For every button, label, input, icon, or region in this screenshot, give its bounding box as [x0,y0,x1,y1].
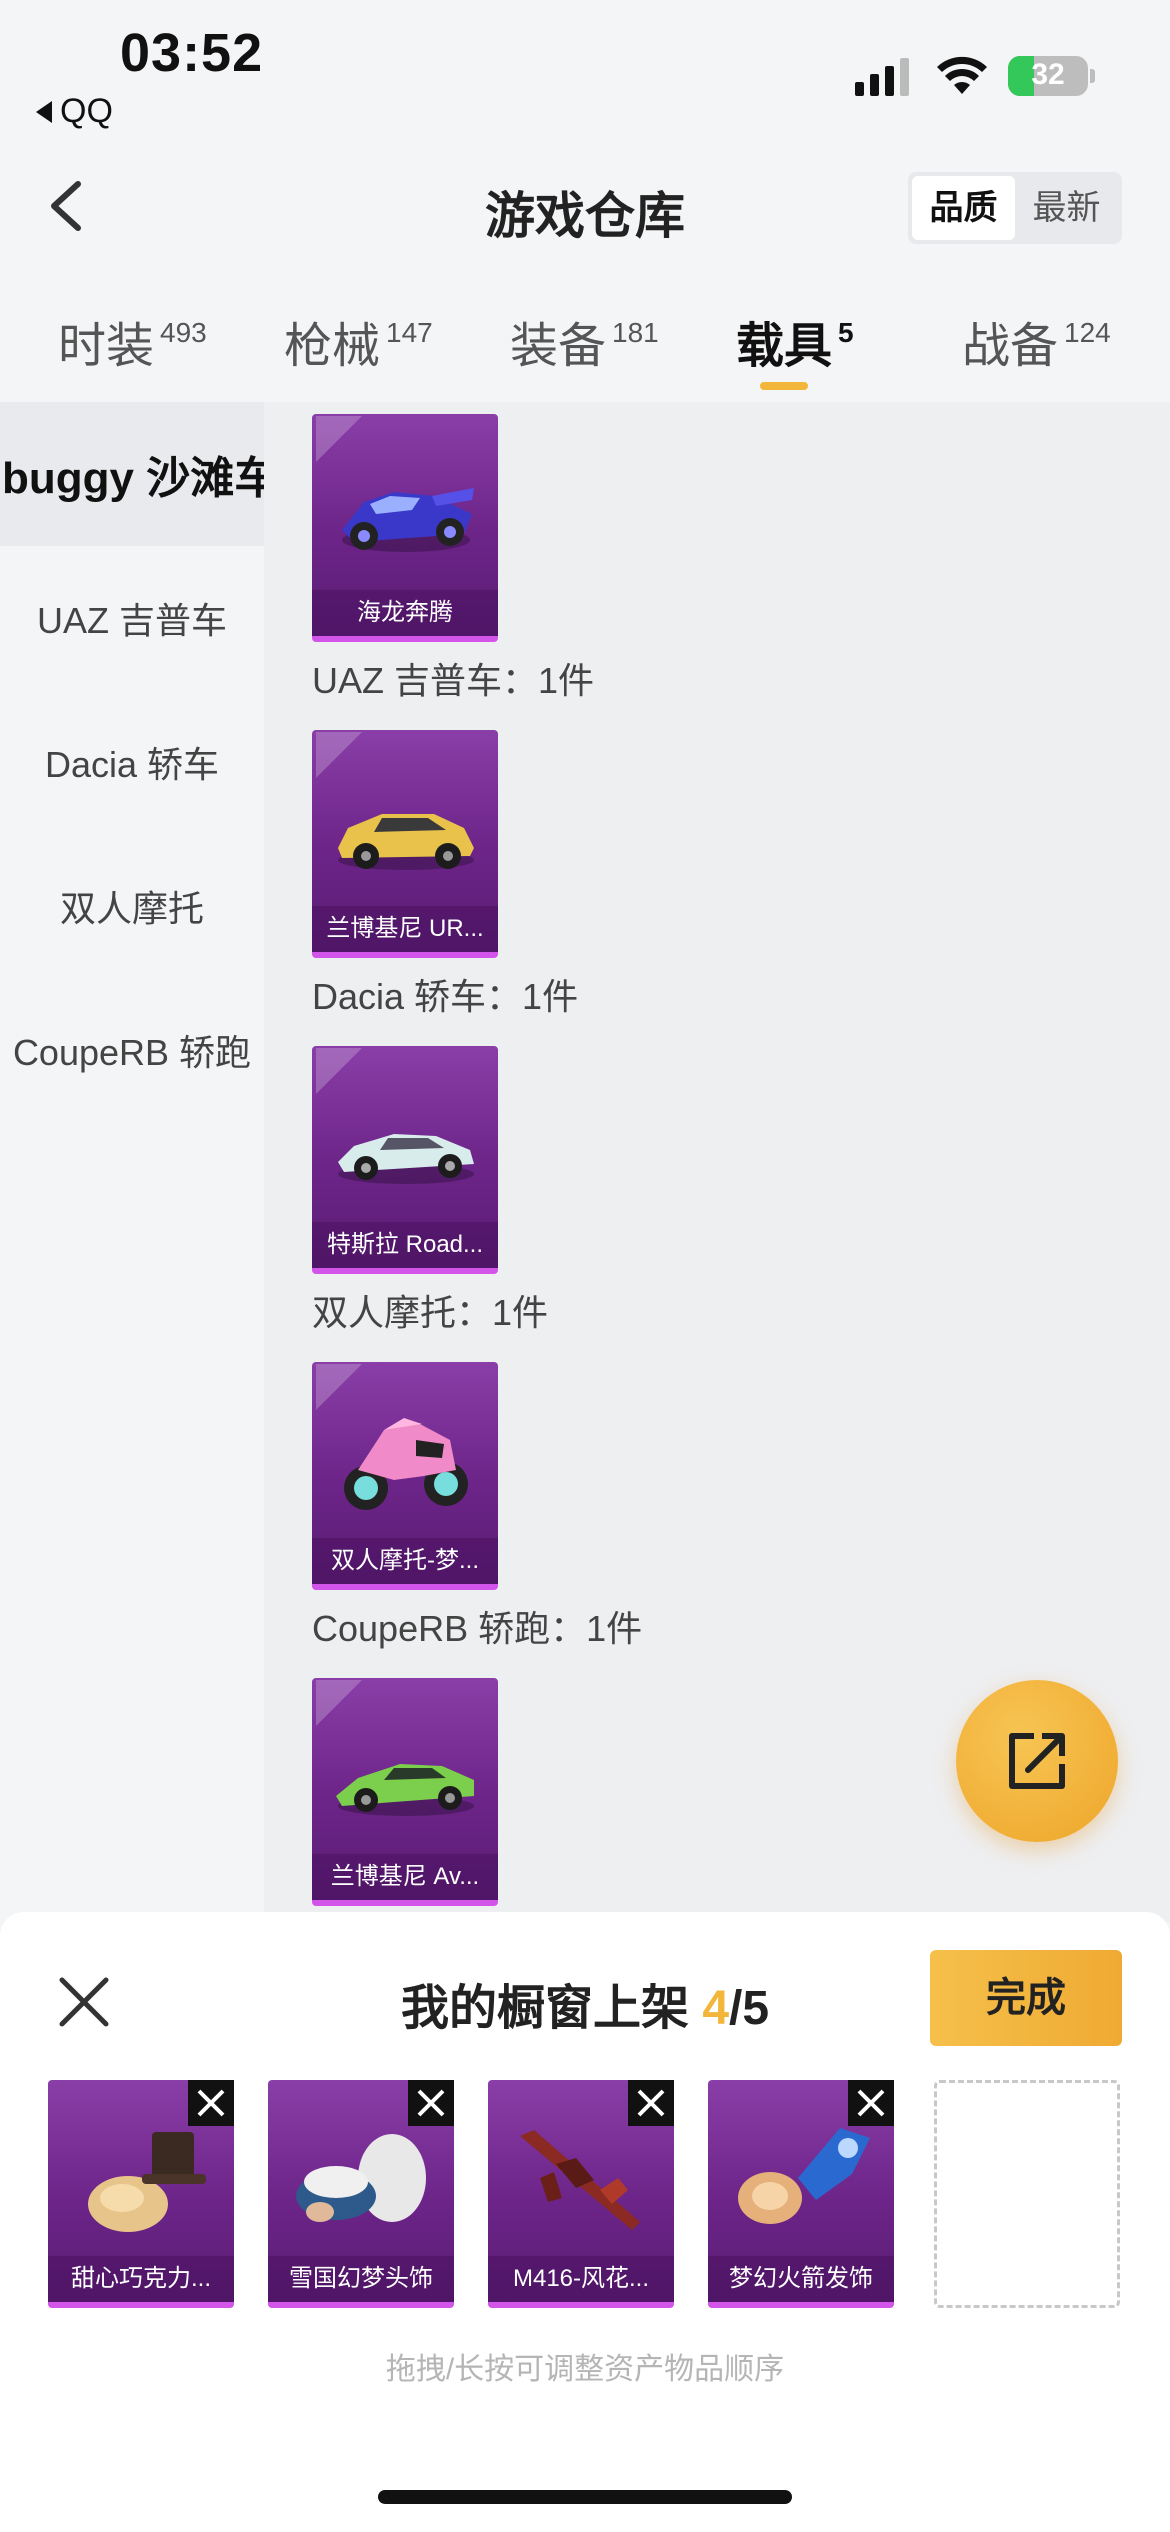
group-title-motorcycle: 双人摩托：1件 [312,1292,549,1333]
rocket-hairpin-icon [738,2128,870,2224]
showcase-total: /5 [729,1982,770,2035]
reorder-hint: 拖拽/长按可调整资产物品顺序 [385,2353,785,2386]
showcase-slot[interactable]: 梦幻火箭发饰 [708,2080,894,2308]
showcase-sheet: 我的橱窗上架 4/5 完成 甜心巧克力... 雪国幻梦头饰 M416-风花...… [0,1912,1170,2532]
home-indicator [378,2490,792,2504]
status-bar: 03:52 QQ 32 [0,0,1170,140]
item-name: 兰博基尼 UR... [312,906,498,952]
item-name: 海龙奔腾 [312,590,498,636]
sidebar-item-motorcycle[interactable]: 双人摩托 [0,834,264,978]
item-card[interactable]: 兰博基尼 Av... [312,1678,498,1906]
battery-icon: 32 [1008,56,1088,96]
remove-x-icon [857,2089,885,2117]
green-supercar-icon [336,1764,474,1816]
showcase-slot[interactable]: 甜心巧克力... [48,2080,234,2308]
sort-toggle[interactable]: 品质 最新 [908,172,1122,244]
remove-item-button[interactable] [848,2080,894,2126]
item-name: M416-风花... [488,2256,674,2302]
remove-item-button[interactable] [408,2080,454,2126]
item-card[interactable]: 海龙奔腾 [312,414,498,642]
vehicle-type-sidebar: buggy 沙滩车 UAZ 吉普车 Dacia 轿车 双人摩托 CoupeRB … [0,402,278,1922]
sidebar-item-uaz[interactable]: UAZ 吉普车 [0,546,264,690]
remove-item-button[interactable] [188,2080,234,2126]
item-name: 兰博基尼 Av... [312,1854,498,1900]
group-title-uaz: UAZ 吉普车：1件 [312,660,595,701]
item-name: 甜心巧克力... [48,2256,234,2302]
sidebar-item-couperb[interactable]: CoupeRB 轿跑 [0,978,264,1122]
back-app-label: QQ [60,92,113,130]
active-tab-indicator [760,382,808,390]
group-title-couperb: CoupeRB 轿跑：1件 [312,1608,643,1649]
tab-weapons[interactable]: 枪械 147 [284,306,433,376]
checkmark-icon [316,1364,362,1410]
tab-fashion[interactable]: 时装 493 [58,306,207,376]
sidebar-item-buggy[interactable]: buggy 沙滩车 [0,402,278,546]
showcase-slot[interactable]: M416-风花... [488,2080,674,2308]
blue-racing-car-icon [342,488,474,552]
empty-showcase-slot[interactable] [934,2080,1120,2308]
showcase-slots: 甜心巧克力... 雪国幻梦头饰 M416-风花... 梦幻火箭发饰 [48,2080,1128,2308]
snow-headwear-icon [296,2134,426,2222]
nav-header: 游戏仓库 品质 最新 [0,140,1170,270]
showcase-slot[interactable]: 雪国幻梦头饰 [268,2080,454,2308]
white-roadster-icon [338,1134,474,1184]
remove-item-button[interactable] [628,2080,674,2126]
sidebar-item-dacia[interactable]: Dacia 轿车 [0,690,264,834]
chocolate-hat-icon [88,2132,206,2232]
checkmark-icon [316,1048,362,1094]
checkmark-icon [316,732,362,778]
item-card[interactable]: 双人摩托-梦... [312,1362,498,1590]
tab-equipment[interactable]: 装备 181 [510,306,659,376]
group-title-dacia: Dacia 轿车：1件 [312,976,579,1017]
item-name: 梦幻火箭发饰 [708,2256,894,2302]
yellow-suv-icon [338,814,474,870]
checkmark-icon [316,416,362,462]
item-card[interactable]: 特斯拉 Road... [312,1046,498,1274]
share-fab-button[interactable] [956,1680,1118,1842]
pink-motorcycle-icon [344,1418,468,1510]
remove-x-icon [197,2089,225,2117]
remove-x-icon [417,2089,445,2117]
back-triangle-icon [36,100,52,123]
back-to-app-link[interactable]: QQ [36,92,113,131]
checkmark-icon [316,1680,362,1726]
item-name: 特斯拉 Road... [312,1222,498,1268]
done-button[interactable]: 完成 [930,1950,1122,2046]
item-name: 雪国幻梦头饰 [268,2256,454,2302]
item-name: 双人摩托-梦... [312,1538,498,1584]
showcase-count: 4 [702,1982,730,2035]
status-time: 03:52 [120,23,264,83]
battery-level: 32 [1031,58,1065,91]
wifi-icon [937,56,987,94]
item-card[interactable]: 兰博基尼 UR... [312,730,498,958]
tab-vehicles[interactable]: 载具 5 [736,306,854,376]
share-export-icon [1009,1733,1065,1789]
cellular-signal-icon [855,56,909,96]
m416-rifle-icon [520,2130,640,2230]
remove-x-icon [637,2089,665,2117]
sort-option-quality[interactable]: 品质 [912,176,1015,240]
tab-supplies[interactable]: 战备 124 [962,306,1111,376]
sort-option-latest[interactable]: 最新 [1015,176,1118,240]
category-tabs: 时装 493 枪械 147 装备 181 载具 5 战备 124 [0,270,1170,402]
